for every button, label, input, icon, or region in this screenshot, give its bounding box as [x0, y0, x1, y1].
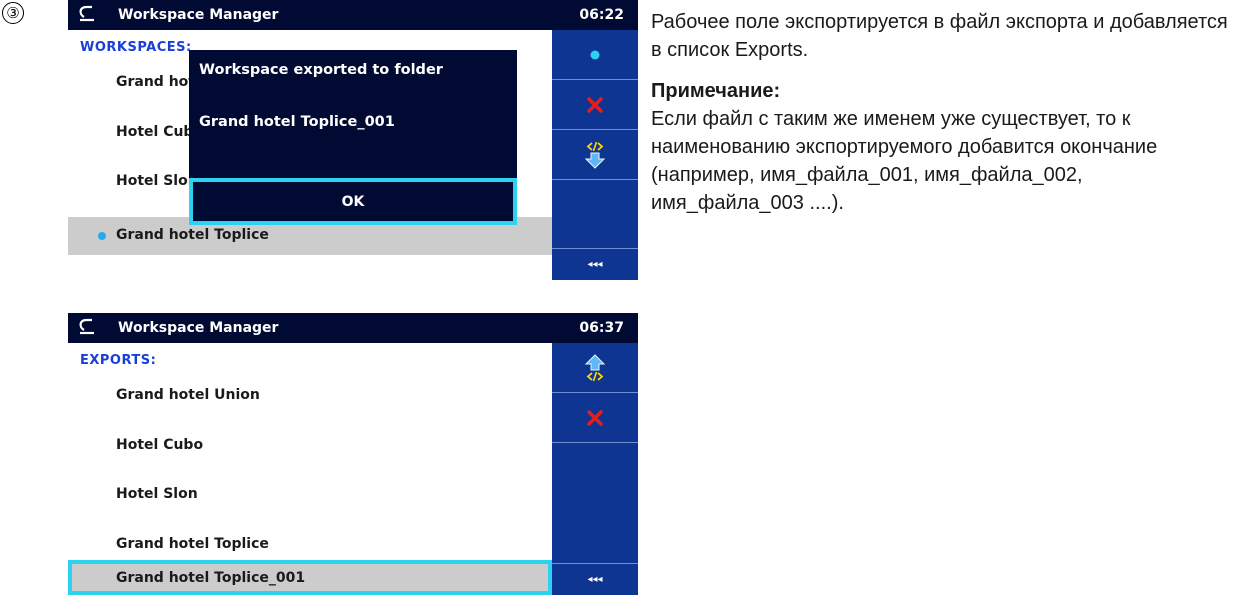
delete-icon: [587, 409, 603, 426]
list-heading: WORKSPACES:: [80, 40, 192, 55]
sidebar-empty-slot: [552, 443, 638, 493]
back-icon[interactable]: [76, 316, 98, 338]
import-icon: [584, 353, 606, 381]
clock: 06:37: [579, 320, 624, 336]
title-bar: Workspace Manager 06:37: [68, 313, 638, 343]
clock: 06:22: [579, 7, 624, 23]
dot-icon: [590, 50, 600, 59]
more-options-button[interactable]: ◂◂◂: [552, 248, 638, 280]
note-heading: Примечание:: [651, 80, 781, 102]
list-item-label: Grand hotel Union: [116, 387, 260, 403]
active-workspace-dot-icon: [98, 232, 106, 240]
export-icon: [584, 141, 606, 169]
note-text: Если файл с таким же именем уже существу…: [651, 108, 1158, 214]
list-item-label: Hotel Cubo: [116, 437, 204, 453]
list-item-selected[interactable]: Grand hotel Toplice_001: [68, 560, 552, 595]
list-item-label: Grand hotel Toplice_001: [116, 570, 306, 586]
delete-button[interactable]: [552, 393, 638, 443]
workspace-manager-screen-workspaces: Workspace Manager 06:22 WORKSPACES: Gran…: [68, 0, 638, 280]
window-title: Workspace Manager: [118, 7, 279, 23]
step-marker: ③: [2, 2, 24, 24]
dialog-workspace-name: Grand hotel Toplice_001: [199, 114, 395, 130]
sidebar: ◂◂◂: [552, 343, 638, 595]
list-item[interactable]: Hotel Slon: [68, 476, 552, 514]
workspace-manager-screen-exports: Workspace Manager 06:37 EXPORTS: Grand h…: [68, 313, 638, 595]
delete-icon: [587, 96, 603, 113]
open-workspace-button[interactable]: [552, 30, 638, 80]
list-item-label: Grand hotel Toplice: [116, 536, 269, 552]
more-options-button[interactable]: ◂◂◂: [552, 563, 638, 595]
dialog-message: Workspace exported to folder: [199, 62, 443, 78]
import-button[interactable]: [552, 343, 638, 393]
description-panel: Рабочее поле экспортируется в файл экспо…: [651, 8, 1243, 217]
export-button[interactable]: [552, 130, 638, 180]
title-bar: Workspace Manager 06:22: [68, 0, 638, 30]
exports-list: EXPORTS: Grand hotel Union Hotel Cubo Ho…: [68, 343, 552, 595]
list-item[interactable]: Hotel Cubo: [68, 427, 552, 465]
list-item[interactable]: Grand hotel Toplice: [68, 526, 552, 564]
list-item-label: Hotel Slon: [116, 486, 198, 502]
list-item-label: Hotel Slon: [116, 173, 198, 189]
window-title: Workspace Manager: [118, 320, 279, 336]
ok-button[interactable]: OK: [189, 178, 517, 225]
back-icon[interactable]: [76, 3, 98, 25]
description-text: Рабочее поле экспортируется в файл экспо…: [651, 11, 1228, 61]
delete-button[interactable]: [552, 80, 638, 130]
sidebar: ◂◂◂: [552, 30, 638, 280]
list-heading: EXPORTS:: [80, 353, 157, 368]
sidebar-empty-slot: [552, 180, 638, 230]
export-confirmation-dialog: Workspace exported to folder Grand hotel…: [189, 50, 517, 225]
list-item[interactable]: Grand hotel Union: [68, 377, 552, 415]
list-item-label: Grand hotel Toplice: [116, 227, 269, 243]
